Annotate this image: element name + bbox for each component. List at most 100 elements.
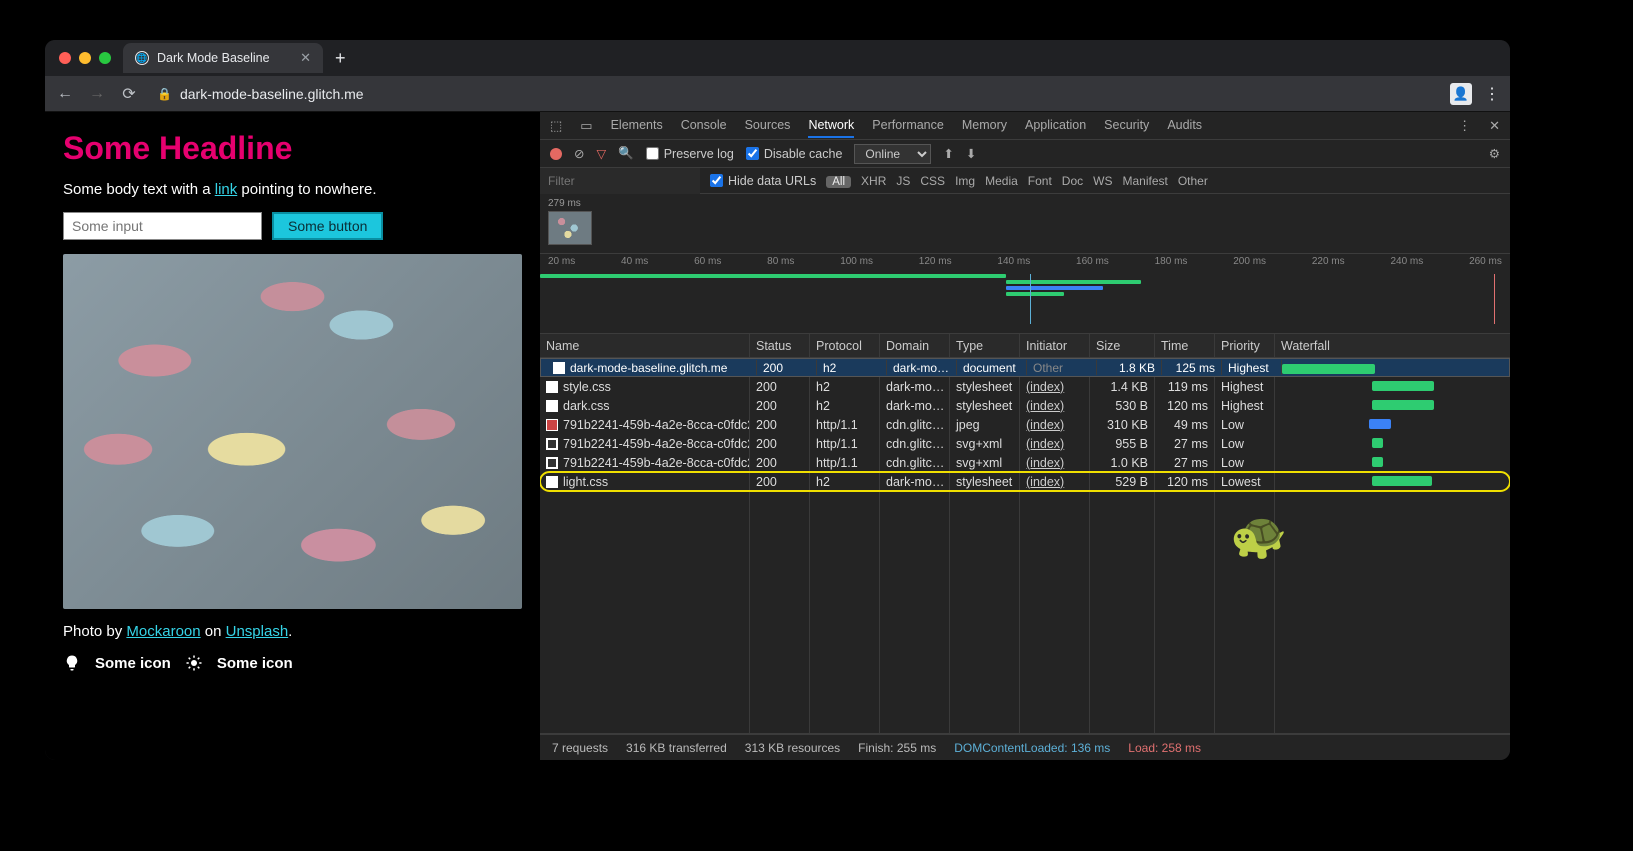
devtools-menu-button[interactable]: ⋮ xyxy=(1458,118,1471,134)
image-caption: Photo by Mockaroon on Unsplash. xyxy=(63,623,522,640)
request-name: 791b2241-459b-4a2e-8cca-c0fdc2… xyxy=(563,456,750,470)
devtools-tab-sources[interactable]: Sources xyxy=(745,118,791,133)
icon-label-2: Some icon xyxy=(217,655,293,672)
extension-icon[interactable]: 👤 xyxy=(1450,83,1472,105)
filter-type-doc[interactable]: Doc xyxy=(1062,174,1083,188)
filter-type-img[interactable]: Img xyxy=(955,174,975,188)
maximize-window-button[interactable] xyxy=(99,52,111,64)
filter-type-ws[interactable]: WS xyxy=(1093,174,1112,188)
request-protocol: h2 xyxy=(810,377,880,396)
timeline-ruler[interactable]: 20 ms40 ms60 ms80 ms100 ms120 ms140 ms16… xyxy=(540,254,1510,334)
request-initiator[interactable]: (index) xyxy=(1026,456,1064,470)
preserve-log-checkbox[interactable]: Preserve log xyxy=(646,147,734,161)
ruler-tick: 20 ms xyxy=(548,256,575,267)
request-initiator[interactable]: Other xyxy=(1033,361,1063,375)
forward-button[interactable]: → xyxy=(87,85,107,103)
browser-menu-button[interactable]: ⋮ xyxy=(1484,84,1500,104)
column-header-size[interactable]: Size xyxy=(1090,334,1155,357)
table-row[interactable]: 791b2241-459b-4a2e-8cca-c0fdc2…200http/1… xyxy=(540,453,1510,472)
network-overview[interactable]: 279 ms xyxy=(540,194,1510,254)
throttling-select[interactable]: Online xyxy=(854,144,931,164)
text-input[interactable] xyxy=(63,212,262,240)
download-icon[interactable]: ⬇ xyxy=(966,146,976,161)
record-button[interactable] xyxy=(550,148,562,160)
close-tab-button[interactable]: ✕ xyxy=(300,50,311,66)
devtools-tab-console[interactable]: Console xyxy=(681,118,727,133)
devtools-tab-memory[interactable]: Memory xyxy=(962,118,1007,133)
request-initiator[interactable]: (index) xyxy=(1026,418,1064,432)
settings-gear-icon[interactable]: ⚙ xyxy=(1489,146,1500,161)
caption-post: . xyxy=(288,623,292,640)
column-header-name[interactable]: Name xyxy=(540,334,750,357)
filter-icon[interactable]: ▽ xyxy=(596,146,606,161)
devtools-tab-security[interactable]: Security xyxy=(1104,118,1149,133)
table-row[interactable]: dark.css200h2dark-mo…stylesheet(index)53… xyxy=(540,396,1510,415)
table-body[interactable]: dark-mode-baseline.glitch.me200h2dark-mo… xyxy=(540,358,1510,733)
caption-author-link[interactable]: Mockaroon xyxy=(126,623,200,640)
column-header-domain[interactable]: Domain xyxy=(880,334,950,357)
request-name: dark-mode-baseline.glitch.me xyxy=(570,361,727,375)
devtools-panel: ⬚ ▭ Elements Console Sources Network Perform… xyxy=(540,112,1510,760)
table-row[interactable]: style.css200h2dark-mo…stylesheet(index)1… xyxy=(540,377,1510,396)
close-window-button[interactable] xyxy=(59,52,71,64)
request-type: svg+xml xyxy=(950,434,1020,453)
minimize-window-button[interactable] xyxy=(79,52,91,64)
filter-type-all[interactable]: All xyxy=(826,176,851,188)
request-size: 1.4 KB xyxy=(1090,377,1155,396)
devtools-tab-network[interactable]: Network xyxy=(808,118,854,138)
filter-type-other[interactable]: Other xyxy=(1178,174,1208,188)
search-icon[interactable]: 🔍 xyxy=(618,146,634,161)
devtools-tab-elements[interactable]: Elements xyxy=(611,118,663,133)
request-type: jpeg xyxy=(950,415,1020,434)
some-button[interactable]: Some button xyxy=(272,212,383,240)
request-protocol: http/1.1 xyxy=(810,453,880,472)
column-header-protocol[interactable]: Protocol xyxy=(810,334,880,357)
status-load: Load: 258 ms xyxy=(1128,741,1201,755)
file-type-icon xyxy=(546,457,558,469)
caption-site-link[interactable]: Unsplash xyxy=(226,623,289,640)
form-row: Some button xyxy=(63,212,522,240)
hide-data-urls-checkbox[interactable]: Hide data URLs xyxy=(710,174,816,188)
ruler-tick: 200 ms xyxy=(1233,256,1266,267)
table-row[interactable]: light.css200h2dark-mo…stylesheet(index)5… xyxy=(540,472,1510,491)
column-header-status[interactable]: Status xyxy=(750,334,810,357)
body-text-pre: Some body text with a xyxy=(63,181,215,198)
upload-icon[interactable]: ⬆ xyxy=(943,146,953,161)
inspect-element-icon[interactable]: ⬚ xyxy=(550,118,562,134)
table-row[interactable]: 791b2241-459b-4a2e-8cca-c0fdc2…200http/1… xyxy=(540,434,1510,453)
new-tab-button[interactable]: + xyxy=(335,48,346,69)
body-link[interactable]: link xyxy=(215,181,238,198)
filter-type-css[interactable]: CSS xyxy=(920,174,945,188)
reload-button[interactable]: ⟳ xyxy=(119,84,139,104)
device-toolbar-icon[interactable]: ▭ xyxy=(580,118,592,134)
column-header-type[interactable]: Type xyxy=(950,334,1020,357)
request-initiator[interactable]: (index) xyxy=(1026,437,1064,451)
preserve-log-label: Preserve log xyxy=(664,147,734,161)
filter-input[interactable] xyxy=(540,168,700,194)
column-header-time[interactable]: Time xyxy=(1155,334,1215,357)
disable-cache-checkbox[interactable]: Disable cache xyxy=(746,147,843,161)
filter-type-media[interactable]: Media xyxy=(985,174,1018,188)
address-bar[interactable]: 🔒 dark-mode-baseline.glitch.me xyxy=(151,86,1438,102)
filter-type-xhr[interactable]: XHR xyxy=(861,174,886,188)
request-initiator[interactable]: (index) xyxy=(1026,475,1064,489)
devtools-close-button[interactable]: ✕ xyxy=(1489,118,1500,134)
devtools-tab-audits[interactable]: Audits xyxy=(1167,118,1202,133)
devtools-tab-application[interactable]: Application xyxy=(1025,118,1086,133)
column-header-priority[interactable]: Priority xyxy=(1215,334,1275,357)
back-button[interactable]: ← xyxy=(55,85,75,103)
column-header-initiator[interactable]: Initiator xyxy=(1020,334,1090,357)
table-header[interactable]: NameStatusProtocolDomainTypeInitiatorSiz… xyxy=(540,334,1510,358)
table-row[interactable]: 791b2241-459b-4a2e-8cca-c0fdc2…200http/1… xyxy=(540,415,1510,434)
clear-button[interactable]: ⊘ xyxy=(574,146,584,161)
filter-type-js[interactable]: JS xyxy=(896,174,910,188)
filter-type-font[interactable]: Font xyxy=(1028,174,1052,188)
devtools-tab-performance[interactable]: Performance xyxy=(872,118,944,133)
request-initiator[interactable]: (index) xyxy=(1026,380,1064,394)
table-row[interactable]: dark-mode-baseline.glitch.me200h2dark-mo… xyxy=(540,358,1510,377)
browser-tab[interactable]: 🌐 Dark Mode Baseline ✕ xyxy=(123,43,323,73)
request-time: 49 ms xyxy=(1155,415,1215,434)
filter-type-manifest[interactable]: Manifest xyxy=(1122,174,1167,188)
request-initiator[interactable]: (index) xyxy=(1026,399,1064,413)
column-header-waterfall[interactable]: Waterfall xyxy=(1275,334,1510,357)
